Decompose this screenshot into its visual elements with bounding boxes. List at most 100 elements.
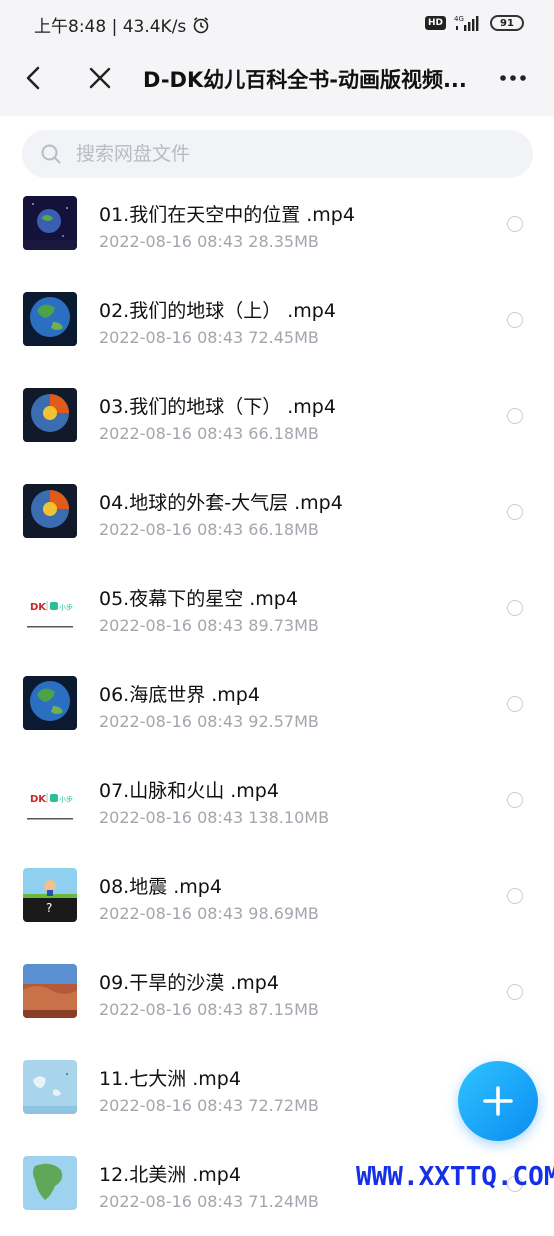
file-size: 66.18MB (248, 424, 319, 443)
svg-text:小步: 小步 (59, 603, 73, 612)
file-name: 08.地震 .mp4 (99, 876, 222, 898)
file-date: 2022-08-16 (99, 328, 192, 347)
video-thumbnail (23, 388, 77, 442)
file-size: 72.72MB (248, 1096, 319, 1115)
battery-indicator: 91 (490, 15, 524, 31)
file-time: 08:43 (197, 232, 244, 251)
file-meta: 2022-08-16 08:43 71.24MB (99, 1192, 319, 1211)
watermark: WWW.XXTTQ.COM (356, 1162, 554, 1192)
svg-text:?: ? (46, 901, 52, 915)
select-checkbox[interactable] (507, 984, 523, 1000)
back-arrow-icon[interactable] (20, 64, 48, 92)
file-date: 2022-08-16 (99, 1000, 192, 1019)
status-time-speed: 上午8:48 | 43.4K/s (34, 17, 187, 37)
close-icon[interactable] (86, 64, 114, 92)
select-checkbox[interactable] (507, 408, 523, 424)
file-name: 03.我们的地球（下） .mp4 (99, 396, 336, 418)
file-row[interactable]: 03.我们的地球（下） .mp4 2022-08-16 08:43 66.18MB (0, 372, 554, 468)
video-thumbnail (23, 1156, 77, 1210)
select-checkbox[interactable] (507, 888, 523, 904)
file-time: 08:43 (197, 520, 244, 539)
svg-text:小步: 小步 (59, 795, 73, 804)
select-checkbox[interactable] (507, 216, 523, 232)
file-date: 2022-08-16 (99, 520, 192, 539)
status-right: HD 4G 91 (424, 14, 524, 32)
video-thumbnail (23, 676, 77, 730)
select-checkbox[interactable] (507, 696, 523, 712)
select-checkbox[interactable] (507, 792, 523, 808)
search-input[interactable] (74, 142, 478, 166)
file-meta: 2022-08-16 08:43 66.18MB (99, 424, 319, 443)
file-meta: 2022-08-16 08:43 28.35MB (99, 232, 319, 251)
video-thumbnail: DK 小步 (23, 580, 77, 634)
video-thumbnail (23, 484, 77, 538)
file-name: 07.山脉和火山 .mp4 (99, 780, 279, 802)
file-date: 2022-08-16 (99, 904, 192, 923)
file-meta: 2022-08-16 08:43 98.69MB (99, 904, 319, 923)
battery-level: 91 (500, 17, 514, 29)
file-name: 02.我们的地球（上） .mp4 (99, 300, 336, 322)
file-time: 08:43 (197, 616, 244, 635)
file-meta: 2022-08-16 08:43 66.18MB (99, 520, 319, 539)
signal-icon: 4G (454, 15, 479, 31)
file-time: 08:43 (197, 1192, 244, 1211)
file-size: 138.10MB (248, 808, 330, 827)
file-meta: 2022-08-16 08:43 87.15MB (99, 1000, 319, 1019)
file-size: 92.57MB (248, 712, 319, 731)
video-thumbnail (23, 964, 77, 1018)
file-row[interactable]: 06.海底世界 .mp4 2022-08-16 08:43 92.57MB (0, 660, 554, 756)
file-time: 08:43 (197, 808, 244, 827)
file-size: 72.45MB (248, 328, 319, 347)
file-date: 2022-08-16 (99, 808, 192, 827)
file-time: 08:43 (197, 1000, 244, 1019)
file-name: 11.七大洲 .mp4 (99, 1068, 241, 1090)
add-button[interactable] (458, 1061, 538, 1141)
file-row[interactable]: DK 小步 05.夜幕下的星空 .mp4 2022-08-16 08:43 89.73… (0, 564, 554, 660)
page-title: D-DK幼儿百科全书-动画版视频... (143, 68, 467, 92)
file-row[interactable]: 04.地球的外套-大气层 .mp4 2022-08-16 08:43 66.18M… (0, 468, 554, 564)
file-time: 08:43 (197, 904, 244, 923)
status-bar: 上午8:48 | 43.4K/s HD 4G 91 (0, 0, 554, 44)
file-name: 12.北美洲 .mp4 (99, 1164, 241, 1186)
search-bar[interactable] (22, 130, 533, 178)
file-row[interactable]: DK 小步 07.山脉和火山 .mp4 2022-08-16 08:43 138.10… (0, 756, 554, 852)
file-size: 66.18MB (248, 520, 319, 539)
file-date: 2022-08-16 (99, 616, 192, 635)
file-size: 89.73MB (248, 616, 319, 635)
select-checkbox[interactable] (507, 312, 523, 328)
svg-text:DK: DK (30, 602, 47, 613)
file-meta: 2022-08-16 08:43 72.45MB (99, 328, 319, 347)
file-date: 2022-08-16 (99, 232, 192, 251)
file-row[interactable]: ? 08.地震 .mp4 2022-08-16 08:43 98.69MB (0, 852, 554, 948)
select-checkbox[interactable] (507, 504, 523, 520)
file-row[interactable]: 09.干旱的沙漠 .mp4 2022-08-16 08:43 87.15MB (0, 948, 554, 1044)
select-checkbox[interactable] (507, 600, 523, 616)
more-options-icon[interactable] (498, 66, 528, 90)
file-size: 71.24MB (248, 1192, 319, 1211)
plus-icon (483, 1086, 513, 1116)
search-icon (41, 144, 61, 164)
hd-badge: HD (424, 16, 446, 30)
file-date: 2022-08-16 (99, 424, 192, 443)
file-row[interactable]: 02.我们的地球（上） .mp4 2022-08-16 08:43 72.45MB (0, 276, 554, 372)
status-left: 上午8:48 | 43.4K/s (34, 12, 210, 37)
file-meta: 2022-08-16 08:43 89.73MB (99, 616, 319, 635)
svg-text:DK: DK (30, 794, 47, 805)
file-meta: 2022-08-16 08:43 72.72MB (99, 1096, 319, 1115)
video-thumbnail: DK 小步 (23, 772, 77, 826)
file-size: 87.15MB (248, 1000, 319, 1019)
video-thumbnail (23, 196, 77, 250)
file-name: 05.夜幕下的星空 .mp4 (99, 588, 298, 610)
file-size: 98.69MB (248, 904, 319, 923)
file-time: 08:43 (197, 712, 244, 731)
video-thumbnail (23, 1060, 77, 1114)
video-thumbnail (23, 292, 77, 346)
file-time: 08:43 (197, 424, 244, 443)
file-row[interactable]: 01.我们在天空中的位置 .mp4 2022-08-16 08:43 28.35M… (0, 180, 554, 276)
file-name: 09.干旱的沙漠 .mp4 (99, 972, 279, 994)
file-meta: 2022-08-16 08:43 138.10MB (99, 808, 329, 827)
file-size: 28.35MB (248, 232, 319, 251)
file-date: 2022-08-16 (99, 712, 192, 731)
file-name: 01.我们在天空中的位置 .mp4 (99, 204, 355, 226)
file-name: 06.海底世界 .mp4 (99, 684, 260, 706)
